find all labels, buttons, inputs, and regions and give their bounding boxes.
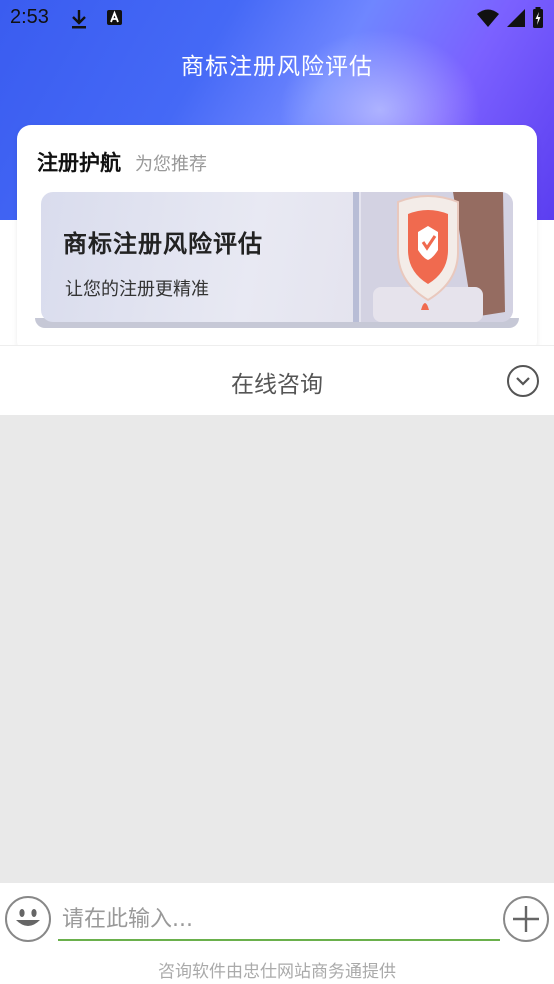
status-bar: 2:53 — [0, 0, 554, 38]
card-subtitle: 为您推荐 — [135, 154, 207, 175]
status-time: 2:53 — [10, 6, 49, 28]
footer-note: 咨询软件由忠仕网站商务通提供 — [158, 962, 396, 982]
chat-message-area[interactable] — [0, 415, 554, 883]
plus-icon[interactable] — [503, 896, 549, 942]
wifi-icon — [476, 8, 500, 33]
chevron-down-circle-icon[interactable] — [507, 365, 539, 397]
smiley-icon[interactable] — [5, 896, 51, 942]
risk-assessment-banner[interactable]: 商标注册风险评估 让您的注册更精准 — [41, 192, 513, 322]
online-consult-bar[interactable]: 在线咨询 — [0, 345, 554, 416]
recommendation-card: 注册护航 为您推荐 商标注册风险评估 让您的注册更精准 — [17, 125, 537, 355]
message-input[interactable] — [58, 899, 500, 941]
page-title: 商标注册风险评估 — [181, 54, 373, 80]
banner-description: 让您的注册更精准 — [65, 279, 209, 300]
shield-illustration-icon — [353, 192, 513, 322]
signal-icon — [506, 8, 526, 33]
app-a-icon — [106, 8, 124, 35]
consult-label: 在线咨询 — [231, 372, 323, 398]
banner-title: 商标注册风险评估 — [63, 230, 263, 258]
card-title: 注册护航 — [37, 151, 121, 175]
input-bar: 咨询软件由忠仕网站商务通提供 — [0, 883, 554, 984]
battery-icon — [532, 7, 544, 34]
download-icon — [70, 8, 88, 35]
